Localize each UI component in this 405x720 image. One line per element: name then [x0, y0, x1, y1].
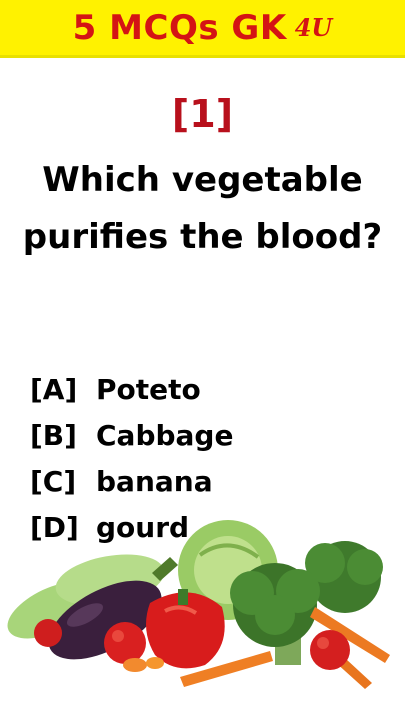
- tomato-left: [104, 622, 146, 664]
- option-c-text: banana: [96, 464, 213, 498]
- option-c[interactable]: [C] banana: [30, 458, 233, 504]
- tomato-small: [34, 619, 62, 647]
- title-banner: 5 MCQs GK 4U: [0, 0, 405, 58]
- banner-title: 5 MCQs GK: [72, 7, 287, 48]
- option-a[interactable]: [A] Poteto: [30, 366, 233, 412]
- vegetables-image: [7, 520, 390, 689]
- banner-tag: 4U: [294, 13, 333, 42]
- option-b[interactable]: [B] Cabbage: [30, 412, 233, 458]
- question-text: Which vegetable purifies the blood?: [22, 160, 383, 257]
- option-b-text: Cabbage: [96, 418, 234, 452]
- option-b-letter: [B]: [30, 418, 77, 452]
- option-a-letter: [A]: [30, 372, 78, 406]
- tomato-right: [310, 630, 350, 670]
- question-number: [1]: [171, 92, 234, 136]
- option-c-letter: [C]: [30, 464, 77, 498]
- option-a-text: Poteto: [96, 372, 201, 406]
